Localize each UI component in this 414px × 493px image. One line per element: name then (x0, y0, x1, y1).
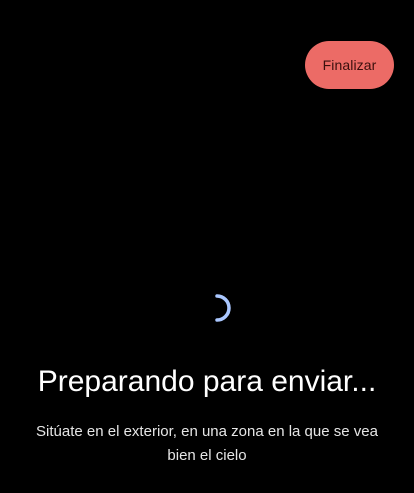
status-subtitle: Sitúate en el exterior, en una zona en l… (36, 423, 378, 464)
loading-spinner-icon (196, 288, 236, 328)
finish-button[interactable]: Finalizar (305, 41, 394, 89)
status-title: Preparando para enviar... (37, 365, 377, 398)
